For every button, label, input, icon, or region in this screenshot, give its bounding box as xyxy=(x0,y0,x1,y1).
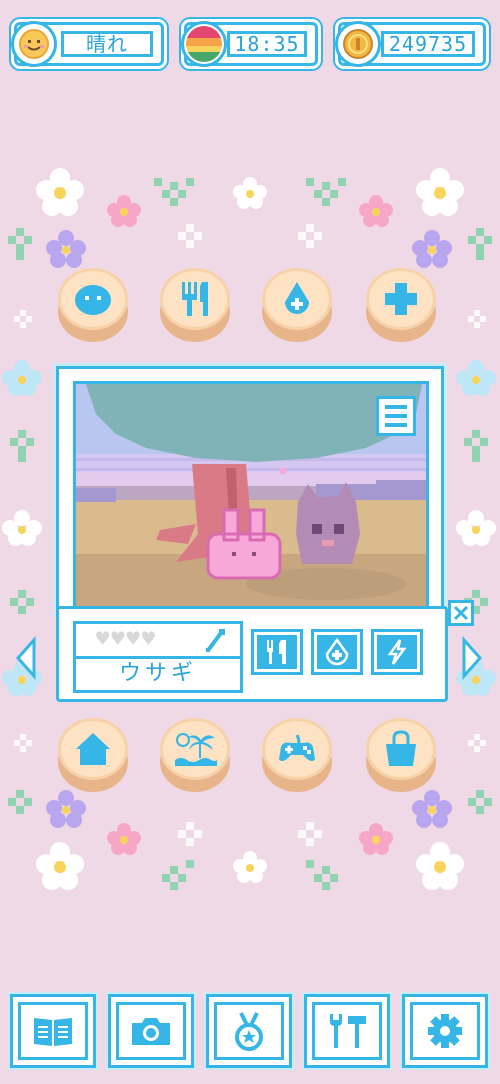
pet-face-icon xyxy=(75,285,111,315)
time-label: 18:35 xyxy=(227,31,307,57)
previous-pet-arrow[interactable] xyxy=(14,636,38,680)
island-button[interactable] xyxy=(160,718,230,798)
gamepad-icon xyxy=(279,734,315,761)
heart-icon: ♥ xyxy=(96,627,110,652)
next-pet-arrow[interactable] xyxy=(460,636,484,680)
hamburger-icon xyxy=(385,405,407,409)
island-icon xyxy=(175,733,217,766)
water-stat-icon xyxy=(325,638,349,666)
syringe-icon[interactable] xyxy=(205,627,227,653)
heart-icon: ♥ xyxy=(141,627,155,652)
pet-button[interactable] xyxy=(58,268,128,348)
energy-stat-button[interactable] xyxy=(371,629,423,675)
coins-pill: 249735 xyxy=(335,21,486,67)
camera-icon xyxy=(132,1018,170,1045)
fork-knife-icon xyxy=(182,282,208,316)
close-button[interactable] xyxy=(448,600,474,626)
weather-label: 晴れ xyxy=(61,31,153,57)
health-button[interactable] xyxy=(366,268,436,348)
coins-label: 249735 xyxy=(381,31,475,57)
shopping-bag-icon xyxy=(386,730,416,766)
home-button[interactable] xyxy=(58,718,128,798)
weather-pill: 晴れ xyxy=(11,21,164,67)
book-button[interactable] xyxy=(10,994,96,1068)
heart-icon: ♥ xyxy=(126,627,140,652)
game-window xyxy=(56,366,444,614)
sunset-icon xyxy=(181,21,227,67)
medal-button[interactable] xyxy=(206,994,292,1068)
game-button[interactable] xyxy=(262,718,332,798)
water-drop-icon xyxy=(285,282,309,314)
pet-name: ウサギ xyxy=(73,659,243,693)
close-icon xyxy=(453,605,469,621)
tools-button[interactable] xyxy=(304,994,390,1068)
settings-gear-icon xyxy=(428,1014,462,1048)
medal-icon xyxy=(235,1012,263,1051)
feed-button[interactable] xyxy=(160,268,230,348)
menu-button[interactable] xyxy=(376,396,416,436)
energy-stat-icon xyxy=(387,639,407,665)
time-pill: 18:35 xyxy=(181,21,318,67)
health-plus-icon xyxy=(385,283,417,315)
settings-button[interactable] xyxy=(402,994,488,1068)
food-stat-button[interactable] xyxy=(251,629,303,675)
food-stat-icon xyxy=(267,640,286,664)
camera-button[interactable] xyxy=(108,994,194,1068)
water-stat-button[interactable] xyxy=(311,629,363,675)
tools-icon xyxy=(330,1014,366,1048)
book-icon xyxy=(34,1018,72,1046)
sun-face-icon xyxy=(11,21,57,67)
shop-button[interactable] xyxy=(366,718,436,798)
home-icon xyxy=(76,733,110,765)
heart-icon: ♥ xyxy=(111,627,125,652)
game-scene[interactable] xyxy=(73,381,429,609)
pet-info-panel: ♥ ♥ ♥ ♥ ウサギ xyxy=(56,606,448,702)
coin-icon xyxy=(335,21,381,67)
water-button[interactable] xyxy=(262,268,332,348)
